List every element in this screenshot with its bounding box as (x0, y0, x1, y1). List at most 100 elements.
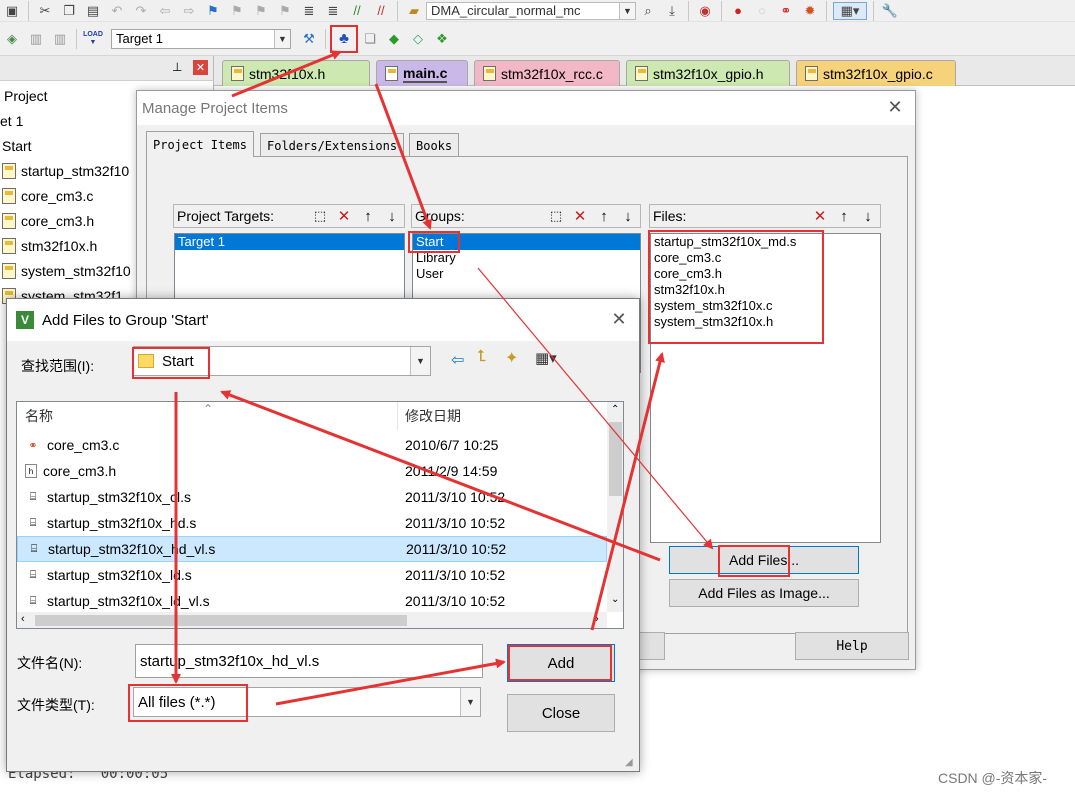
column-header-name[interactable]: 名称 (25, 402, 53, 430)
new-target-icon[interactable]: ⬚ (308, 206, 332, 226)
close-icon[interactable]: ✕ (597, 303, 641, 335)
move-up-icon[interactable]: ↑ (832, 206, 856, 226)
file-row[interactable]: h core_cm3.h 2011/2/9 14:59 (17, 458, 607, 484)
tab-project-items[interactable]: Project Items (146, 131, 254, 157)
project-find-combo[interactable]: DMA_circular_normal_mc ▼ (426, 1, 636, 20)
scroll-right-icon[interactable]: › (595, 613, 599, 625)
file-row[interactable]: ⌸ startup_stm32f10x_ld.s 2011/3/10 10:52 (17, 562, 607, 588)
list-item[interactable]: Start (413, 234, 640, 250)
list-item[interactable]: Target 1 (175, 234, 404, 250)
breakpoint-disable-icon[interactable]: ○ (752, 2, 772, 20)
new-group-icon[interactable]: ⬚ (544, 206, 568, 226)
tree-target[interactable]: et 1 (0, 110, 23, 132)
chevron-down-icon[interactable]: ▼ (460, 688, 480, 716)
list-item[interactable]: core_cm3.h (651, 266, 880, 282)
unindent-icon[interactable]: ≣ (323, 2, 343, 20)
find-icon[interactable]: ⌕ (638, 2, 658, 20)
breakpoint-disable-all-icon[interactable]: ⚭ (776, 2, 796, 20)
file-row[interactable]: ⌸ startup_stm32f10x_hd.s 2011/3/10 10:52 (17, 510, 607, 536)
file-row[interactable]: ⌸ startup_stm32f10x_cl.s 2011/3/10 10:52 (17, 484, 607, 510)
tab-stm32f10x-gpio-c[interactable]: stm32f10x_gpio.c (796, 60, 956, 86)
scroll-down-icon[interactable]: ⌄ (611, 594, 619, 605)
close-icon[interactable]: ✕ (873, 91, 917, 123)
bookmark-icon[interactable]: ⚑ (203, 2, 223, 20)
undo-icon[interactable]: ↶ (107, 2, 127, 20)
bookmark-next-icon[interactable]: ⚑ (251, 2, 271, 20)
scroll-up-icon[interactable]: ⌃ (611, 404, 619, 415)
breakpoint-kill-all-icon[interactable]: ✹ (800, 2, 820, 20)
tree-project-root[interactable]: Project (4, 85, 48, 107)
bookmark-prev-icon[interactable]: ⚑ (227, 2, 247, 20)
tab-main-c[interactable]: main.c (376, 60, 468, 86)
move-up-icon[interactable]: ↑ (356, 206, 380, 226)
scroll-thumb[interactable] (609, 422, 622, 496)
bookmark-clear-icon[interactable]: ⚑ (275, 2, 295, 20)
target-options-icon[interactable]: ⚒ (299, 30, 319, 48)
configure-icon[interactable]: 🔧 (880, 2, 900, 20)
manage-project-items-icon[interactable]: ♣ (330, 24, 358, 53)
list-item[interactable]: User (413, 266, 640, 282)
resize-grip-icon[interactable]: ◢ (625, 757, 633, 768)
save-icon[interactable]: ▣ (2, 2, 22, 20)
incremental-find-icon[interactable]: ⤓ (662, 2, 682, 20)
list-item[interactable]: stm32f10x.h (651, 282, 880, 298)
move-down-icon[interactable]: ↓ (616, 206, 640, 226)
up-folder-icon[interactable]: ⮤ (477, 348, 486, 366)
tab-stm32f10x-gpio-h[interactable]: stm32f10x_gpio.h (626, 60, 790, 86)
uncomment-icon[interactable]: // (371, 2, 391, 20)
look-in-select[interactable]: Start ▼ (133, 346, 431, 376)
view-menu-icon[interactable]: ▦▾ (535, 349, 557, 367)
file-row[interactable]: ⌸ startup_stm32f10x_ld_vl.s 2011/3/10 10:… (17, 588, 607, 614)
move-down-icon[interactable]: ↓ (856, 206, 880, 226)
add-files-button[interactable]: Add Files... (669, 546, 859, 574)
list-item[interactable]: system_stm32f10x.h (651, 314, 880, 330)
pin-icon[interactable]: ⊥ (172, 60, 182, 74)
manage-run-time-environment-icon[interactable]: ❖ (432, 30, 452, 48)
tree-file[interactable]: stm32f10x.h (2, 235, 97, 257)
delete-icon[interactable]: ✕ (332, 206, 356, 226)
breakpoint-icon[interactable]: ● (728, 2, 748, 20)
nav-forward-icon[interactable]: ⇨ (179, 2, 199, 20)
build-icon[interactable]: ▥ (26, 30, 46, 48)
move-down-icon[interactable]: ↓ (380, 206, 404, 226)
tab-stm32f10x-rcc-c[interactable]: stm32f10x_rcc.c (474, 60, 620, 86)
filetype-select[interactable]: All files (*.*) ▼ (133, 687, 481, 717)
column-header-date[interactable]: 修改日期 (405, 402, 461, 430)
find-in-files-icon[interactable]: ▰ (404, 2, 424, 20)
add-button[interactable]: Add (507, 644, 615, 682)
list-item[interactable]: system_stm32f10x.c (651, 298, 880, 314)
list-item[interactable]: core_cm3.c (651, 250, 880, 266)
tree-file[interactable]: core_cm3.h (2, 210, 94, 232)
chevron-down-icon[interactable]: ▼ (619, 2, 635, 19)
rebuild-icon[interactable]: ▥ (50, 30, 70, 48)
scroll-thumb[interactable] (35, 615, 407, 626)
back-icon[interactable]: ⇦ (451, 350, 464, 370)
debug-icon[interactable]: ◉ (695, 2, 715, 20)
delete-icon[interactable]: ✕ (568, 206, 592, 226)
download-icon[interactable]: LOAD ▼ (83, 30, 103, 48)
delete-icon[interactable]: ✕ (808, 206, 832, 226)
filename-input[interactable]: startup_stm32f10x_hd_vl.s (135, 644, 483, 678)
horizontal-scrollbar[interactable]: ‹ › (17, 612, 607, 628)
select-packs-icon[interactable]: ◆ (384, 30, 404, 48)
list-item[interactable]: Library (413, 250, 640, 266)
translate-icon[interactable]: ◈ (2, 30, 22, 48)
chevron-down-icon[interactable]: ▼ (410, 347, 430, 375)
paste-icon[interactable]: ▤ (83, 2, 103, 20)
tab-stm32f10x-h[interactable]: stm32f10x.h (222, 60, 370, 86)
tree-group-start[interactable]: Start (2, 135, 32, 157)
file-list[interactable]: 名称 ⌃ 修改日期 ⚭ core_cm3.c 2010/6/7 10:25 h co… (16, 401, 624, 629)
scroll-left-icon[interactable]: ‹ (21, 613, 25, 625)
files-list[interactable]: startup_stm32f10x_md.s core_cm3.c core_c… (650, 233, 881, 543)
indent-icon[interactable]: ≣ (299, 2, 319, 20)
window-layout-icon[interactable]: ▦▾ (833, 1, 867, 20)
chevron-down-icon[interactable]: ▼ (274, 29, 290, 48)
add-files-as-image-button[interactable]: Add Files as Image... (669, 579, 859, 607)
target-select[interactable]: Target 1 ▼ (111, 28, 291, 49)
vertical-scrollbar[interactable]: ⌃ ⌄ (607, 402, 623, 612)
tab-books[interactable]: Books (409, 133, 460, 157)
redo-icon[interactable]: ↷ (131, 2, 151, 20)
move-up-icon[interactable]: ↑ (592, 206, 616, 226)
manage-multi-project-icon[interactable]: ❏ (360, 30, 380, 48)
tab-folders-extensions[interactable]: Folders/Extensions (260, 133, 405, 157)
